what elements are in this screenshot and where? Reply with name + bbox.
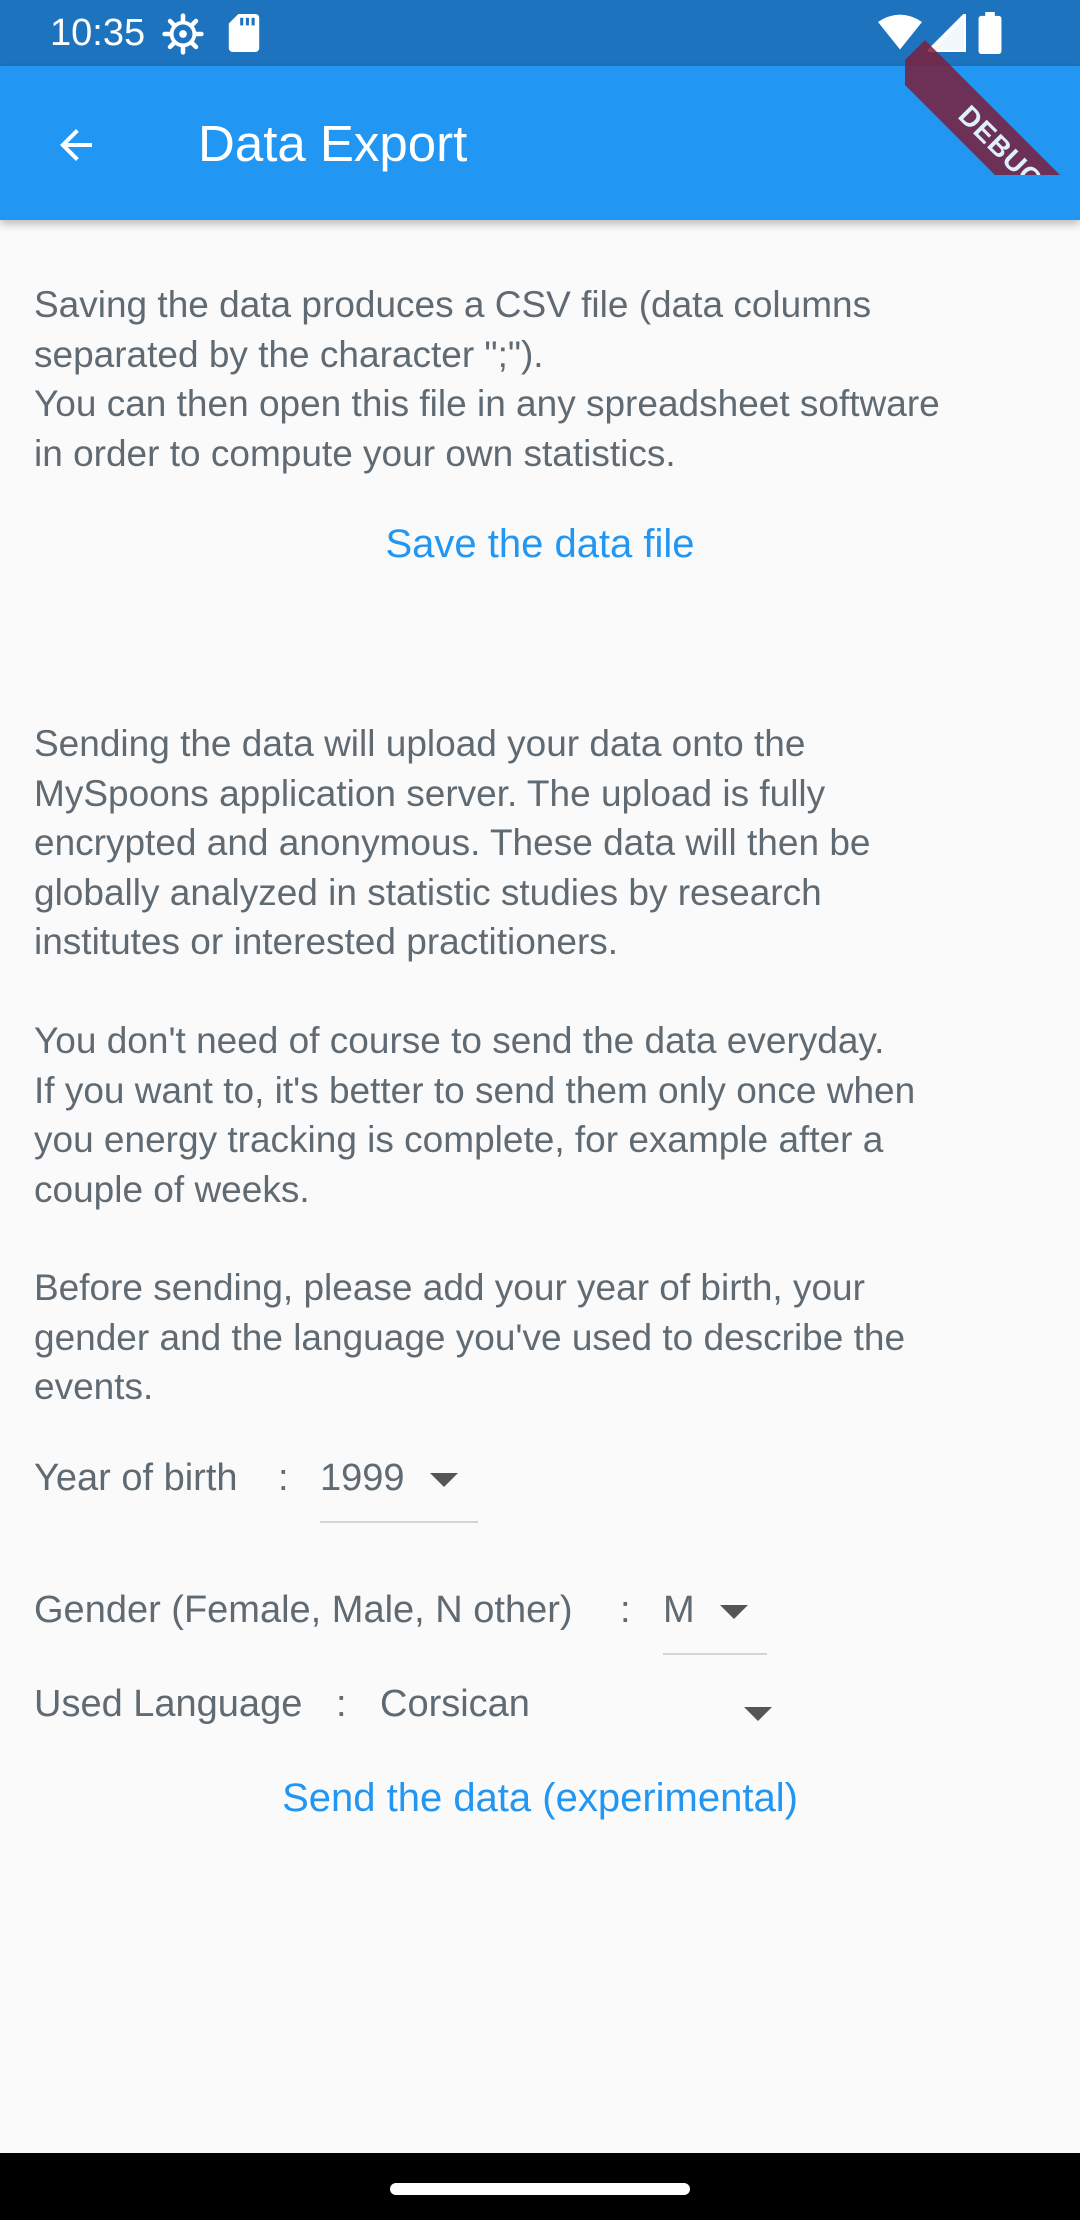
gender-value: M [663, 1589, 695, 1631]
battery-icon [978, 12, 1002, 54]
back-button[interactable] [36, 110, 116, 180]
gender-label: Gender (Female, Male, N other) [34, 1589, 573, 1631]
sending-frequency-text: You don't need of course to send the dat… [34, 1020, 916, 1210]
sd-card-icon [228, 14, 260, 52]
status-time: 10:35 [50, 12, 146, 54]
gender-colon: : [620, 1589, 631, 1631]
send-data-button[interactable]: Send the data (experimental) [0, 1772, 1080, 1824]
system-navigation-bar [0, 2153, 1080, 2220]
status-bar: 10:35 [0, 0, 1080, 66]
chevron-down-icon [720, 1605, 748, 1619]
used-language-colon: : [336, 1683, 347, 1725]
chevron-down-icon [744, 1707, 772, 1721]
signal-icon [928, 14, 966, 52]
chevron-down-icon [430, 1473, 458, 1487]
used-language-value: Corsican [380, 1683, 530, 1725]
year-of-birth-colon: : [278, 1457, 289, 1499]
year-of-birth-label: Year of birth [34, 1457, 238, 1499]
sending-info-text: Sending the data will upload your data o… [34, 723, 871, 962]
sending-requirements-text: Before sending, please add your year of … [34, 1267, 906, 1407]
used-language-dropdown[interactable]: Corsican [380, 1679, 780, 1739]
save-data-file-button[interactable]: Save the data file [0, 518, 1080, 570]
settings-gear-icon [162, 13, 204, 55]
data-export-screen: 10:35 Data Export DEBUG Saving the data … [0, 0, 1080, 2220]
wifi-icon [878, 14, 922, 50]
export-intro-text: Saving the data produces a CSV file (dat… [34, 284, 940, 474]
home-gesture-handle[interactable] [390, 2183, 690, 2195]
arrow-back-icon [60, 129, 92, 161]
year-of-birth-value: 1999 [320, 1457, 405, 1499]
used-language-label: Used Language [34, 1683, 303, 1725]
year-of-birth-dropdown[interactable]: 1999 [320, 1453, 478, 1523]
app-bar: Data Export [0, 66, 1080, 220]
gender-dropdown[interactable]: M [663, 1585, 767, 1655]
page-title: Data Export [198, 115, 468, 172]
